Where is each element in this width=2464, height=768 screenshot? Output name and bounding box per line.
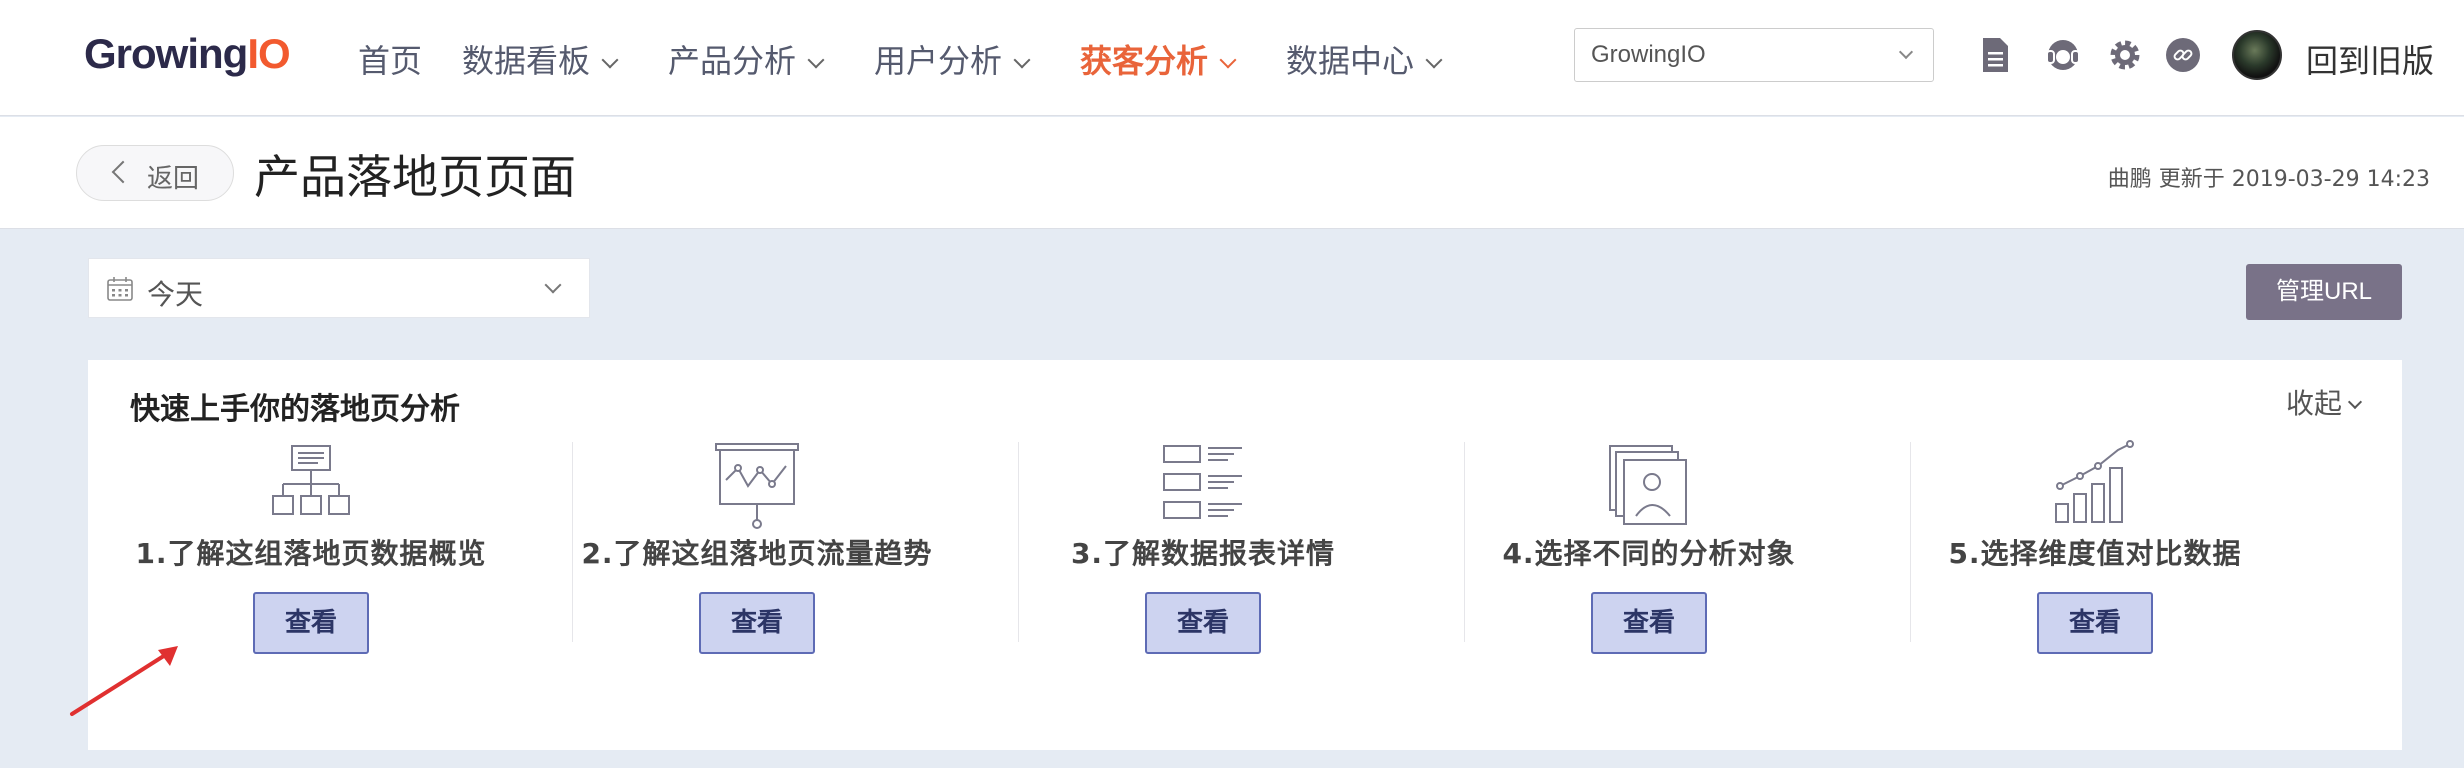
view-button[interactable]: 查看 <box>2037 592 2153 654</box>
presentation-chart-icon <box>715 443 799 529</box>
step-label: 3.了解数据报表详情 <box>1070 537 1336 570</box>
project-select[interactable]: GrowingIO <box>1574 28 1934 82</box>
calendar-icon <box>107 277 133 301</box>
back-button[interactable]: 返回 <box>76 145 234 201</box>
chevron-down-icon <box>1013 51 1031 69</box>
top-nav: GrowingIO 首页 数据看板 产品分析 用户分析 获客分析 数据中心 Gr… <box>0 0 2464 116</box>
step-card: 5.选择维度值对比数据 查看 <box>1872 440 2318 676</box>
document-icon[interactable] <box>1976 36 2014 74</box>
chevron-down-icon <box>807 51 825 69</box>
quick-start-card: 快速上手你的落地页分析 收起 1.了解这组落地页数据概览 查看 2.了解这组落地… <box>88 360 2402 750</box>
nav-item-product-analysis[interactable]: 产品分析 <box>668 36 825 82</box>
sitemap-icon <box>272 445 350 515</box>
date-range-value: 今天 <box>147 278 204 311</box>
chevron-down-icon <box>2347 394 2363 410</box>
bar-trend-icon <box>2055 440 2134 523</box>
nav-item-acquisition-analysis[interactable]: 获客分析 <box>1080 36 1237 82</box>
updated-info: 曲鹏 更新于 2019-03-29 14:23 <box>2107 167 2430 192</box>
chevron-down-icon <box>601 51 619 69</box>
chevron-down-icon <box>1425 51 1443 69</box>
avatar[interactable] <box>2232 30 2282 80</box>
nav-item-user-analysis[interactable]: 用户分析 <box>874 36 1031 82</box>
list-report-icon <box>1163 445 1242 519</box>
chevron-left-icon <box>111 160 135 184</box>
view-button[interactable]: 查看 <box>1145 592 1261 654</box>
date-range-picker[interactable]: 今天 <box>88 258 590 318</box>
nav-item-data-center[interactable]: 数据中心 <box>1286 36 1443 82</box>
image-stack-icon <box>1609 445 1687 525</box>
view-button[interactable]: 查看 <box>699 592 815 654</box>
project-select-value: GrowingIO <box>1591 41 1706 68</box>
collapse-toggle[interactable]: 收起 <box>2286 382 2363 422</box>
step-card: 3.了解数据报表详情 查看 <box>980 440 1426 676</box>
headset-icon[interactable] <box>2044 36 2082 74</box>
nav-item-dashboards[interactable]: 数据看板 <box>462 36 619 82</box>
chevron-down-icon <box>1898 44 1914 60</box>
chevron-down-icon <box>1219 51 1237 69</box>
chevron-down-icon <box>544 276 562 294</box>
link-icon[interactable] <box>2164 36 2202 74</box>
step-label: 1.了解这组落地页数据概览 <box>135 537 487 570</box>
back-button-label: 返回 <box>147 164 200 194</box>
page-header: 返回 产品落地页页面 曲鹏 更新于 2019-03-29 14:23 <box>0 117 2464 229</box>
step-card: 4.选择不同的分析对象 查看 <box>1426 440 1872 676</box>
manage-url-button[interactable]: 管理URL <box>2246 264 2402 320</box>
view-button[interactable]: 查看 <box>1591 592 1707 654</box>
page-title: 产品落地页页面 <box>254 150 576 204</box>
step-label: 2.了解这组落地页流量趋势 <box>581 537 933 570</box>
view-button[interactable]: 查看 <box>253 592 369 654</box>
step-label: 4.选择不同的分析对象 <box>1502 537 1796 570</box>
step-label: 5.选择维度值对比数据 <box>1948 537 2242 570</box>
gear-icon[interactable] <box>2106 36 2144 74</box>
annotation-arrow-icon <box>70 646 178 716</box>
step-card: 2.了解这组落地页流量趋势 查看 <box>534 440 980 676</box>
back-to-old-version-link[interactable]: 回到旧版 <box>2306 36 2434 82</box>
card-title: 快速上手你的落地页分析 <box>130 392 460 427</box>
nav-item-home[interactable]: 首页 <box>358 36 422 82</box>
growingio-logo[interactable]: GrowingIO <box>84 30 291 78</box>
